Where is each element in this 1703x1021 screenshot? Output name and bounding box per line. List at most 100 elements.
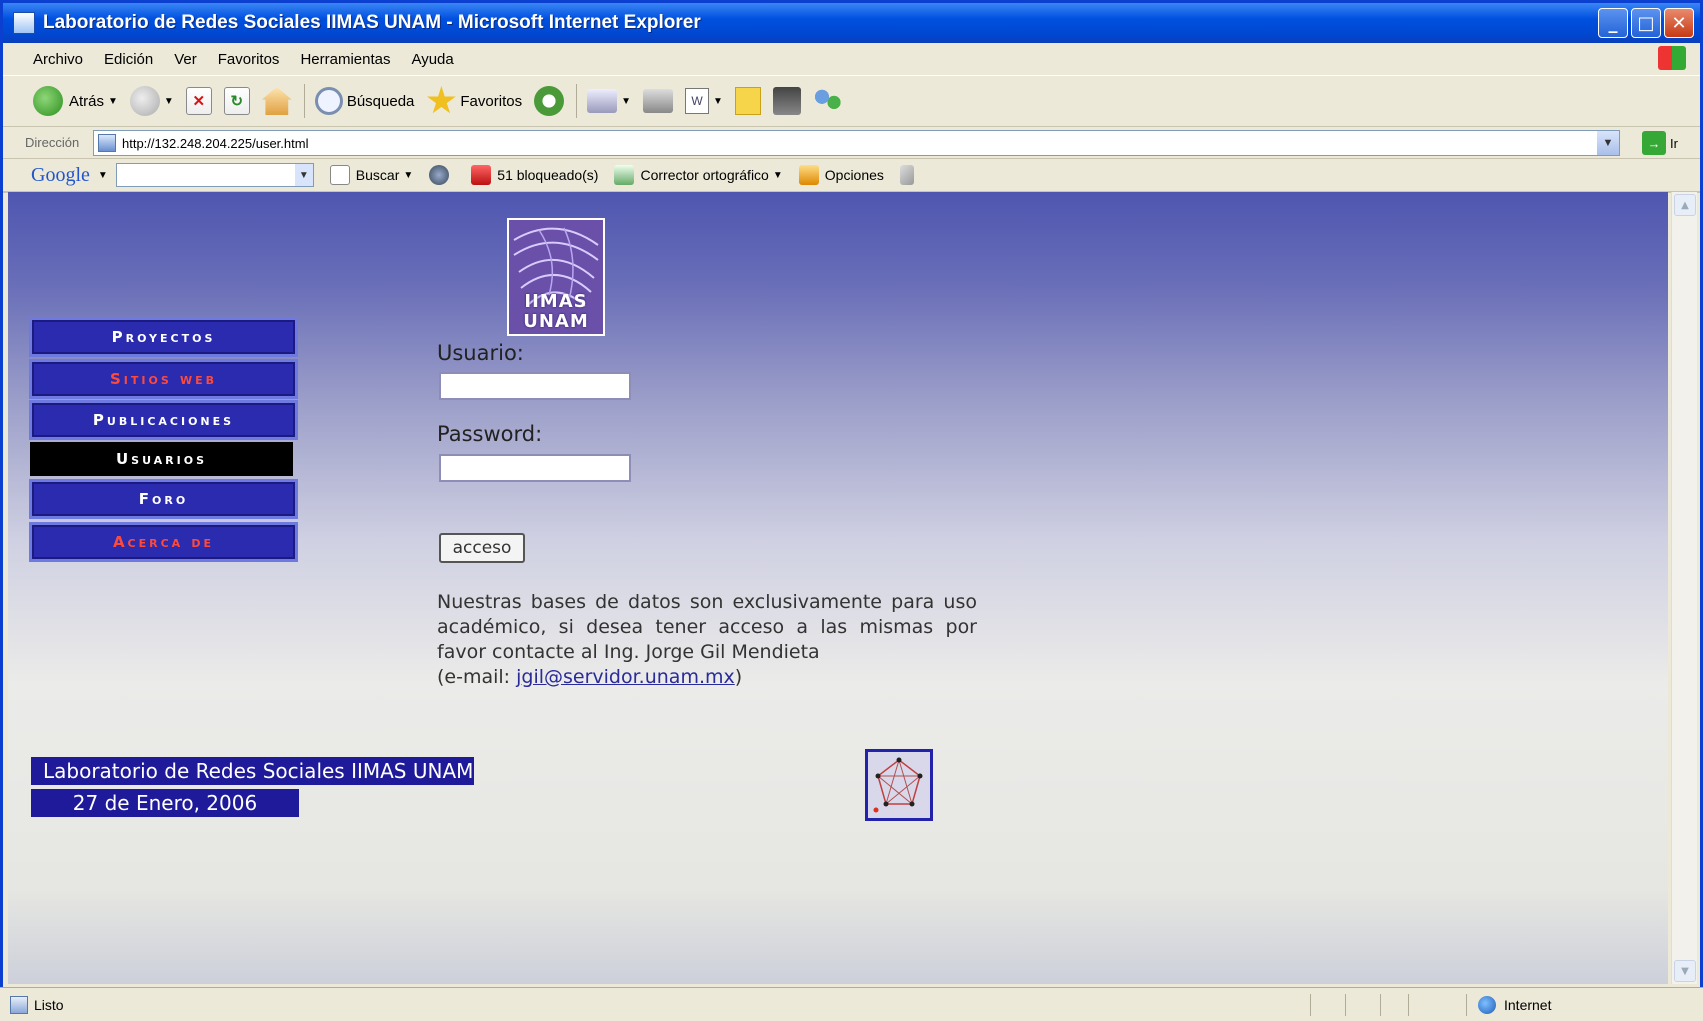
chevron-down-icon[interactable]: ▼ bbox=[108, 96, 118, 107]
search-button[interactable]: Búsqueda bbox=[314, 87, 414, 115]
chevron-down-icon[interactable]: ▼ bbox=[164, 96, 174, 107]
status-bar: Listo Internet bbox=[0, 987, 1703, 1021]
address-url[interactable]: http://132.248.204.225/user.html bbox=[122, 136, 308, 151]
page-icon bbox=[98, 134, 116, 152]
refresh-button[interactable]: ↻ bbox=[223, 87, 250, 115]
options-label: Opciones bbox=[824, 167, 884, 183]
globe-icon bbox=[1478, 996, 1496, 1014]
spellcheck-icon bbox=[614, 165, 635, 185]
chevron-down-icon[interactable]: ▼ bbox=[1597, 131, 1619, 155]
menu-herramientas[interactable]: Herramientas bbox=[300, 51, 390, 68]
password-label: Password: bbox=[437, 422, 543, 446]
globe-icon bbox=[429, 165, 450, 185]
toolbar-separator bbox=[303, 84, 305, 118]
nav-proyectos[interactable]: Proyectos bbox=[29, 317, 298, 357]
address-bar: Dirección http://132.248.204.225/user.ht… bbox=[3, 127, 1700, 159]
network-graph-icon[interactable] bbox=[865, 749, 933, 821]
chevron-down-icon[interactable]: ▼ bbox=[713, 96, 723, 107]
access-info: Nuestras bases de datos son exclusivamen… bbox=[437, 590, 977, 690]
page-status-icon bbox=[10, 995, 28, 1014]
media-button[interactable] bbox=[534, 86, 565, 116]
forward-button[interactable]: ▼ bbox=[129, 86, 174, 116]
window-controls: _ □ ✕ bbox=[1598, 8, 1694, 38]
menu-edicion[interactable]: Edición bbox=[104, 51, 153, 68]
star-icon bbox=[426, 86, 456, 114]
go-button[interactable]: → Ir bbox=[1642, 131, 1678, 155]
footer-title: Laboratorio de Redes Sociales IIMAS UNAM bbox=[31, 757, 474, 785]
minimize-button[interactable]: _ bbox=[1598, 8, 1628, 38]
word-document-icon: W bbox=[684, 88, 709, 114]
email-link[interactable]: jgil@servidor.unam.mx bbox=[516, 666, 735, 688]
back-label: Atrás bbox=[69, 92, 105, 110]
popup-blocked-label: 51 bloqueado(s) bbox=[497, 167, 599, 183]
nav-usuarios[interactable]: Usuarios bbox=[30, 442, 293, 476]
zone-label: Internet bbox=[1504, 997, 1552, 1013]
scroll-down-icon[interactable]: ▼ bbox=[1674, 960, 1696, 982]
options-button[interactable]: Opciones bbox=[798, 165, 884, 185]
edit-button[interactable]: W ▼ bbox=[684, 88, 723, 114]
pencil-icon bbox=[899, 165, 914, 185]
google-logo[interactable]: Google bbox=[31, 164, 90, 187]
password-input[interactable] bbox=[439, 454, 631, 482]
print-button[interactable] bbox=[642, 89, 673, 113]
notes-button[interactable] bbox=[734, 87, 761, 115]
popup-blocked-icon bbox=[471, 165, 492, 185]
research-icon bbox=[772, 87, 801, 115]
username-input[interactable] bbox=[439, 372, 631, 400]
favorites-button[interactable]: Favoritos bbox=[426, 86, 522, 116]
windows-logo-icon bbox=[1658, 46, 1686, 70]
nav-acerca-de[interactable]: Acerca de bbox=[29, 522, 298, 562]
menu-bar: Archivo Edición Ver Favoritos Herramient… bbox=[3, 43, 1700, 75]
home-button[interactable] bbox=[261, 87, 292, 115]
title-bar: Laboratorio de Redes Sociales IIMAS UNAM… bbox=[3, 3, 1700, 43]
email-suffix: ) bbox=[734, 666, 743, 688]
go-arrow-icon: → bbox=[1642, 131, 1667, 155]
media-icon bbox=[534, 86, 565, 116]
mail-button[interactable]: ▼ bbox=[587, 89, 631, 113]
close-button[interactable]: ✕ bbox=[1664, 8, 1694, 38]
chevron-down-icon[interactable]: ▼ bbox=[621, 96, 631, 107]
google-g-icon bbox=[329, 165, 350, 185]
nav-foro[interactable]: Foro bbox=[29, 479, 298, 519]
access-info-text: Nuestras bases de datos son exclusivamen… bbox=[437, 591, 977, 663]
maximize-button[interactable]: □ bbox=[1631, 8, 1661, 38]
footer-date: 27 de Enero, 2006 bbox=[31, 789, 299, 817]
standard-toolbar: Atrás ▼ ▼ ✕ ↻ Búsqueda Favoritos ▼ W ▼ bbox=[3, 75, 1700, 127]
spellcheck-button[interactable]: Corrector ortográfico ▼ bbox=[614, 165, 783, 185]
email-prefix: (e-mail: bbox=[437, 666, 517, 688]
chevron-down-icon[interactable]: ▼ bbox=[403, 170, 413, 181]
toolbar-separator bbox=[576, 84, 578, 118]
google-search-input[interactable]: ▼ bbox=[115, 163, 314, 187]
research-button[interactable] bbox=[772, 87, 801, 115]
ie-page-icon bbox=[13, 12, 35, 34]
scroll-up-icon[interactable]: ▲ bbox=[1674, 194, 1696, 216]
mail-icon bbox=[587, 89, 618, 113]
menu-ayuda[interactable]: Ayuda bbox=[411, 51, 453, 68]
chevron-down-icon[interactable]: ▼ bbox=[294, 164, 313, 186]
nav-publicaciones[interactable]: Publicaciones bbox=[29, 400, 298, 440]
menu-ver[interactable]: Ver bbox=[174, 51, 197, 68]
vertical-scrollbar[interactable]: ▲ ▼ bbox=[1671, 192, 1697, 984]
messenger-button[interactable] bbox=[812, 87, 843, 115]
status-divider bbox=[1466, 994, 1467, 1016]
google-web-button[interactable] bbox=[429, 165, 455, 185]
chevron-down-icon[interactable]: ▼ bbox=[98, 170, 108, 181]
stop-button[interactable]: ✕ bbox=[185, 87, 212, 115]
home-icon bbox=[261, 87, 292, 115]
chevron-down-icon[interactable]: ▼ bbox=[773, 170, 783, 181]
google-search-button[interactable]: Buscar ▼ bbox=[329, 165, 413, 185]
menu-archivo[interactable]: Archivo bbox=[33, 51, 83, 68]
nav-sitios-web[interactable]: Sitios web bbox=[29, 359, 298, 399]
menu-favoritos[interactable]: Favoritos bbox=[218, 51, 280, 68]
address-input[interactable]: http://132.248.204.225/user.html ▼ bbox=[93, 130, 1620, 156]
back-button[interactable]: Atrás ▼ bbox=[33, 86, 118, 116]
favorites-label: Favoritos bbox=[460, 92, 523, 110]
login-button[interactable]: acceso bbox=[439, 533, 525, 563]
printer-icon bbox=[642, 89, 673, 113]
note-icon bbox=[734, 87, 761, 115]
status-text: Listo bbox=[34, 996, 64, 1013]
status-divider bbox=[1345, 994, 1346, 1016]
address-label: Dirección bbox=[25, 135, 80, 150]
popup-blocker-button[interactable]: 51 bloqueado(s) bbox=[471, 165, 598, 185]
highlight-button[interactable] bbox=[899, 165, 920, 185]
